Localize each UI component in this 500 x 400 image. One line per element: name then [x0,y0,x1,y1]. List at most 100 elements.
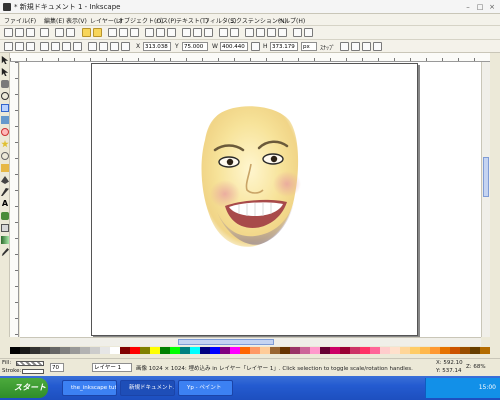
fill-swatch[interactable] [16,361,44,366]
xml-editor-icon[interactable] [267,28,276,37]
palette-swatch[interactable] [350,347,360,354]
calligraphy-tool-icon[interactable] [1,188,9,196]
palette-swatch[interactable] [470,347,480,354]
select-all-layers-icon[interactable] [15,42,24,51]
palette-swatch[interactable] [380,347,390,354]
redo-icon[interactable] [93,28,102,37]
zoom-tool-icon[interactable] [1,92,9,100]
y-field[interactable]: 75.000 [182,42,208,51]
pen-tool-icon[interactable] [1,176,9,184]
vertical-scroll-thumb[interactable] [483,157,489,197]
palette-swatch[interactable] [370,347,380,354]
text-font-icon[interactable] [256,28,265,37]
snap-nodes-icon[interactable] [362,42,371,51]
new-document-icon[interactable] [4,28,13,37]
palette-swatch[interactable] [360,347,370,354]
palette-swatch[interactable] [200,347,210,354]
unit-select[interactable]: px [301,42,317,51]
snap-guides-icon[interactable] [373,42,382,51]
undo-icon[interactable] [82,28,91,37]
w-field[interactable]: 400.440 [220,42,248,51]
raise-icon[interactable] [99,42,108,51]
palette-swatch[interactable] [420,347,430,354]
palette-swatch[interactable] [390,347,400,354]
palette-swatch[interactable] [430,347,440,354]
palette-swatch[interactable] [10,347,20,354]
start-button[interactable]: スタート [0,378,48,398]
palette-swatch[interactable] [220,347,230,354]
palette-swatch[interactable] [290,347,300,354]
copy-icon[interactable] [108,28,117,37]
taskbar-item-tutorial[interactable]: the_inkscape tuto... [62,380,117,396]
snap-bbox-icon[interactable] [351,42,360,51]
palette-swatch[interactable] [330,347,340,354]
h-field[interactable]: 373.179 [270,42,298,51]
zoom-page-icon[interactable] [167,28,176,37]
palette-swatch[interactable] [480,347,490,354]
stroke-swatch[interactable] [22,369,44,374]
selector-tool-icon[interactable] [1,56,9,64]
zoom-field[interactable]: 70 [50,363,64,372]
palette-swatch[interactable] [210,347,220,354]
palette-swatch[interactable] [170,347,180,354]
palette-swatch[interactable] [50,347,60,354]
document-properties-icon[interactable] [304,28,313,37]
rotate-cw-icon[interactable] [51,42,60,51]
palette-swatch[interactable] [300,347,310,354]
palette-swatch[interactable] [150,347,160,354]
menu-edit[interactable]: 編集(E) [44,16,64,25]
palette-swatch[interactable] [250,347,260,354]
star-tool-icon[interactable] [1,140,9,148]
palette-swatch[interactable] [340,347,350,354]
palette-swatch[interactable] [260,347,270,354]
save-icon[interactable] [26,28,35,37]
text-tool-icon[interactable]: A [1,200,9,208]
vertical-scrollbar[interactable] [481,62,490,337]
minimize-button[interactable]: – [462,2,474,12]
menu-file[interactable]: ファイル(F) [4,16,36,25]
cut-icon[interactable] [119,28,128,37]
palette-swatch[interactable] [160,347,170,354]
close-button[interactable]: × [486,2,498,12]
raise-top-icon[interactable] [88,42,97,51]
preferences-icon[interactable] [293,28,302,37]
duplicate-icon[interactable] [182,28,191,37]
dropper-tool-icon[interactable] [1,248,9,256]
palette-swatch[interactable] [410,347,420,354]
menu-view[interactable]: 表示(V) [66,16,87,25]
eraser-tool-icon[interactable] [1,224,9,232]
palette-swatch[interactable] [440,347,450,354]
print-icon[interactable] [40,28,49,37]
unlink-clone-icon[interactable] [204,28,213,37]
palette-swatch[interactable] [400,347,410,354]
ungroup-icon[interactable] [230,28,239,37]
spiral-tool-icon[interactable] [1,152,9,160]
maximize-button[interactable]: □ [474,2,486,12]
pencil-tool-icon[interactable] [1,164,9,172]
flip-vertical-icon[interactable] [73,42,82,51]
rectangle-tool-icon[interactable] [1,104,9,112]
taskbar-item-inkscape[interactable]: 新規ドキュメント... [120,380,175,396]
palette-swatch[interactable] [320,347,330,354]
palette-swatch[interactable] [140,347,150,354]
zoom-selection-icon[interactable] [145,28,154,37]
palette-swatch[interactable] [450,347,460,354]
deselect-icon[interactable] [26,42,35,51]
snap-toggle-icon[interactable] [340,42,349,51]
palette-swatch[interactable] [240,347,250,354]
open-icon[interactable] [15,28,24,37]
palette-swatch[interactable] [40,347,50,354]
palette-swatch[interactable] [70,347,80,354]
palette-swatch[interactable] [20,347,30,354]
palette-swatch[interactable] [190,347,200,354]
paste-icon[interactable] [130,28,139,37]
3d-box-tool-icon[interactable] [1,116,9,124]
palette-swatch[interactable] [60,347,70,354]
rotate-ccw-icon[interactable] [40,42,49,51]
ellipse-tool-icon[interactable] [1,128,9,136]
lower-icon[interactable] [110,42,119,51]
align-distribute-icon[interactable] [278,28,287,37]
import-icon[interactable] [55,28,64,37]
palette-swatch[interactable] [120,347,130,354]
palette-swatch[interactable] [310,347,320,354]
